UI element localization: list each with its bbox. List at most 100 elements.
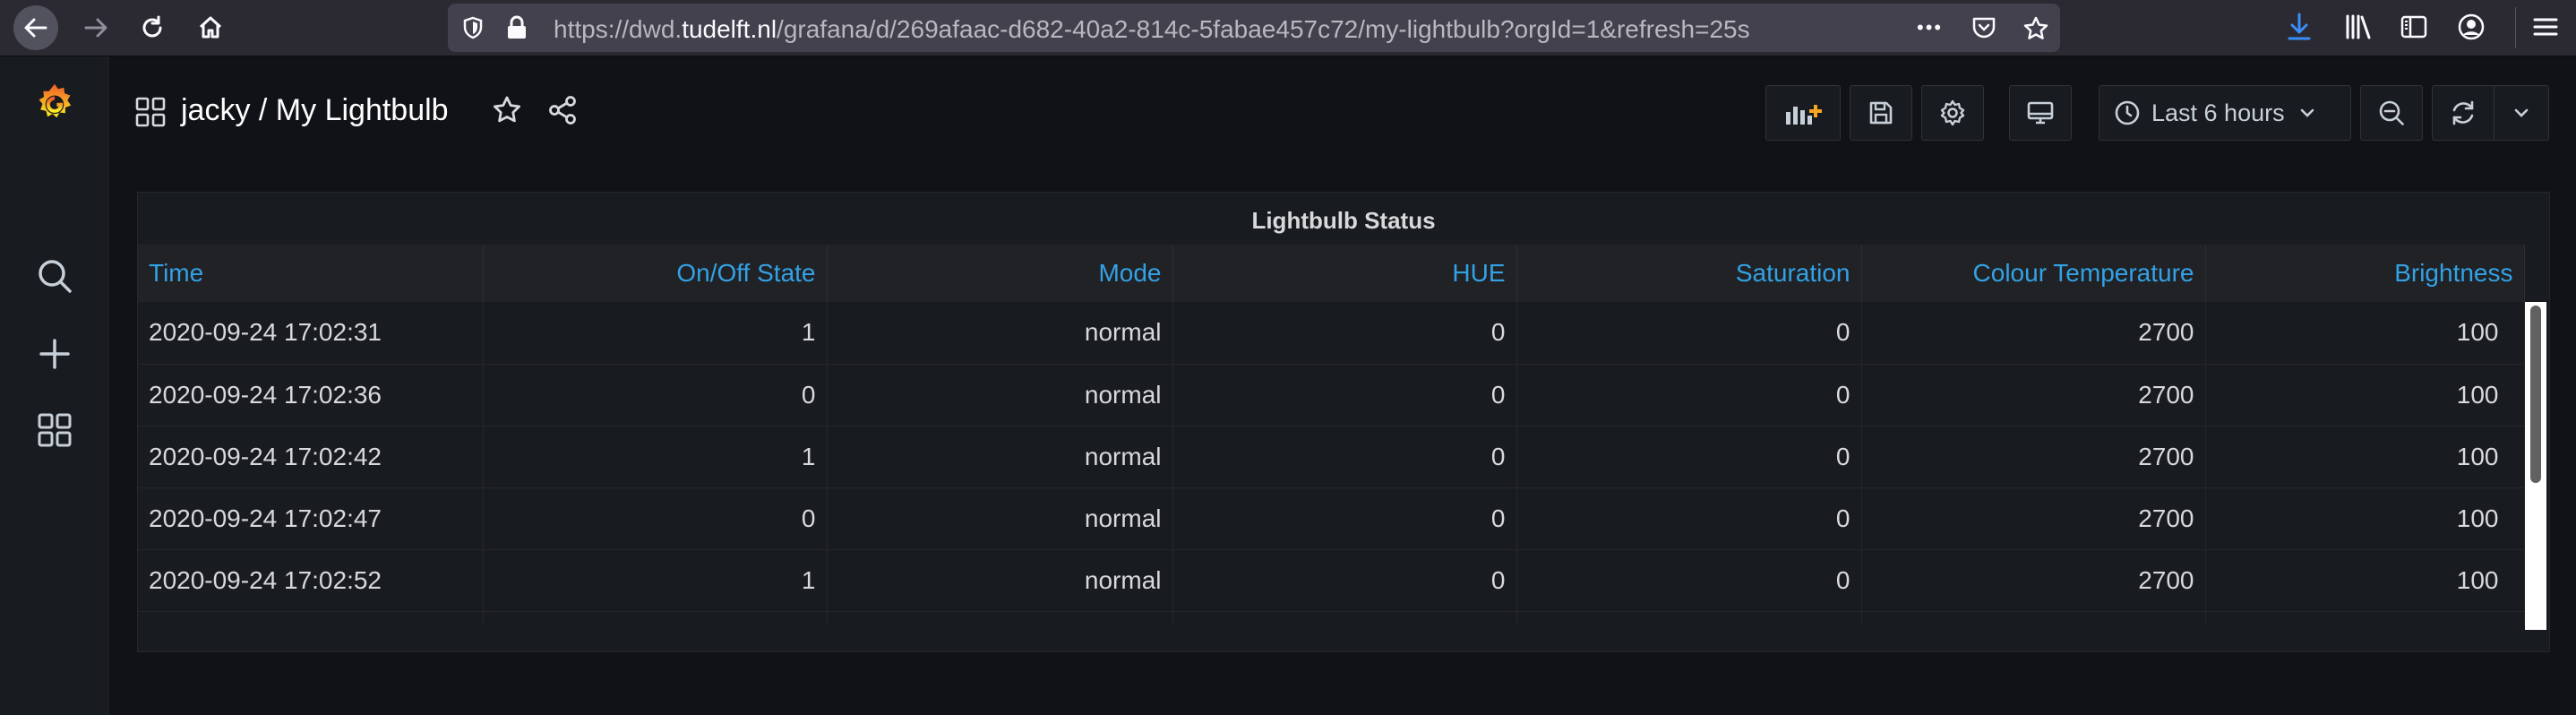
column-header-time[interactable]: Time bbox=[138, 245, 484, 302]
cell-brightness: 100 bbox=[2205, 487, 2525, 550]
cell-saturation: 0 bbox=[1516, 364, 1862, 426]
chevron-down-icon bbox=[2300, 108, 2314, 117]
cell-empty bbox=[483, 611, 828, 625]
reload-icon bbox=[142, 15, 162, 38]
back-button[interactable] bbox=[13, 5, 58, 50]
star-icon[interactable] bbox=[2022, 15, 2049, 42]
refresh-icon bbox=[2452, 100, 2474, 125]
side-menu bbox=[0, 56, 109, 715]
share-icon[interactable] bbox=[546, 94, 579, 126]
column-header-brightness[interactable]: Brightness bbox=[2205, 245, 2525, 302]
cell-time: 2020-09-24 17:02:36 bbox=[138, 364, 484, 426]
table-panel: Lightbulb Status Time On/Off State Mode … bbox=[137, 192, 2550, 652]
toolbar-divider bbox=[2515, 7, 2516, 48]
url-text[interactable]: https://dwd.tudelft.nl/grafana/d/269afaa… bbox=[554, 15, 1750, 44]
account-icon[interactable] bbox=[2456, 12, 2486, 42]
hamburger-icon[interactable] bbox=[2531, 12, 2560, 42]
cell-hue: 0 bbox=[1172, 302, 1517, 365]
cell-hue: 0 bbox=[1172, 549, 1517, 612]
cell-colour-temperature: 2700 bbox=[1861, 426, 2206, 488]
home-button[interactable] bbox=[188, 5, 233, 50]
table-row: 2020-09-24 17:02:31 1 normal 0 0 2700 10… bbox=[138, 302, 2525, 365]
plus-icon bbox=[39, 339, 70, 369]
cell-brightness: 100 bbox=[2205, 364, 2525, 426]
cell-on-off-state: 1 bbox=[483, 549, 828, 612]
cell-brightness: 100 bbox=[2205, 549, 2525, 612]
dashboard-title[interactable]: jacky / My Lightbulb bbox=[181, 93, 449, 128]
add-panel-button[interactable] bbox=[1765, 85, 1841, 141]
cell-mode: normal bbox=[827, 364, 1173, 426]
cell-mode: normal bbox=[827, 487, 1173, 550]
column-header-mode[interactable]: Mode bbox=[827, 245, 1173, 302]
chevron-down-icon bbox=[2514, 108, 2529, 117]
create-nav-button[interactable] bbox=[34, 333, 75, 375]
cell-colour-temperature: 2700 bbox=[1861, 549, 2206, 612]
cell-empty bbox=[827, 611, 1173, 625]
table-row-partial bbox=[138, 611, 2525, 625]
table-header-row: Time On/Off State Mode HUE Saturation Co… bbox=[138, 245, 2525, 302]
cell-empty bbox=[1516, 611, 1862, 625]
cell-mode: normal bbox=[827, 549, 1173, 612]
column-header-saturation[interactable]: Saturation bbox=[1516, 245, 1862, 302]
cell-on-off-state: 0 bbox=[483, 487, 828, 550]
page-actions-button[interactable]: ••• bbox=[1917, 16, 1943, 39]
cell-brightness: 100 bbox=[2205, 302, 2525, 365]
cell-empty bbox=[1172, 611, 1517, 625]
tv-icon bbox=[2027, 101, 2054, 125]
data-table: Time On/Off State Mode HUE Saturation Co… bbox=[138, 245, 2525, 625]
cell-time: 2020-09-24 17:02:47 bbox=[138, 487, 484, 550]
zoom-out-icon bbox=[2379, 100, 2404, 125]
browser-toolbar: https://dwd.tudelft.nl/grafana/d/269afaa… bbox=[0, 0, 2576, 56]
url-prefix: https://dwd. bbox=[554, 15, 683, 43]
cell-saturation: 0 bbox=[1516, 549, 1862, 612]
home-icon bbox=[199, 16, 222, 39]
forward-icon bbox=[84, 18, 107, 38]
cell-time: 2020-09-24 17:02:52 bbox=[138, 549, 484, 612]
scrollbar-thumb[interactable] bbox=[2530, 306, 2541, 483]
cell-colour-temperature: 2700 bbox=[1861, 302, 2206, 365]
forward-button[interactable] bbox=[73, 5, 118, 50]
cell-time: 2020-09-24 17:02:31 bbox=[138, 302, 484, 365]
sidebar-icon[interactable] bbox=[2399, 12, 2429, 42]
reload-button[interactable] bbox=[130, 5, 175, 50]
pocket-icon[interactable] bbox=[1971, 15, 1997, 40]
save-dashboard-button[interactable] bbox=[1850, 85, 1912, 141]
grafana-logo-icon bbox=[39, 83, 72, 118]
refresh-dashboard-button[interactable] bbox=[2432, 85, 2494, 141]
cell-saturation: 0 bbox=[1516, 426, 1862, 488]
column-header-on-off-state[interactable]: On/Off State bbox=[483, 245, 828, 302]
column-header-hue[interactable]: HUE bbox=[1172, 245, 1517, 302]
grafana-home-link[interactable] bbox=[34, 83, 75, 125]
search-nav-button[interactable] bbox=[34, 255, 75, 297]
library-icon[interactable] bbox=[2343, 12, 2374, 42]
back-icon bbox=[24, 18, 47, 38]
cell-empty bbox=[2205, 611, 2525, 625]
cycle-view-mode-button[interactable] bbox=[2009, 85, 2072, 141]
cell-hue: 0 bbox=[1172, 487, 1517, 550]
cell-hue: 0 bbox=[1172, 364, 1517, 426]
favorite-star-icon[interactable] bbox=[491, 94, 523, 126]
table-row: 2020-09-24 17:02:42 1 normal 0 0 2700 10… bbox=[138, 426, 2525, 488]
cell-mode: normal bbox=[827, 302, 1173, 365]
dashboard-settings-button[interactable] bbox=[1921, 85, 1984, 141]
shield-icon[interactable] bbox=[460, 15, 485, 40]
url-domain: tudelft.nl bbox=[682, 15, 777, 43]
time-picker-button[interactable]: Last 6 hours bbox=[2099, 85, 2351, 141]
clock-icon bbox=[2115, 100, 2140, 125]
panel-title[interactable]: Lightbulb Status bbox=[138, 207, 2549, 235]
cell-on-off-state: 1 bbox=[483, 302, 828, 365]
column-header-colour-temperature[interactable]: Colour Temperature bbox=[1861, 245, 2206, 302]
search-icon bbox=[39, 260, 72, 293]
lock-icon[interactable] bbox=[505, 15, 528, 40]
table-scrollbar[interactable] bbox=[2525, 302, 2546, 630]
cell-time: 2020-09-24 17:02:42 bbox=[138, 426, 484, 488]
zoom-out-button[interactable] bbox=[2360, 85, 2423, 141]
table-row: 2020-09-24 17:02:36 0 normal 0 0 2700 10… bbox=[138, 364, 2525, 426]
dashboards-nav-button[interactable] bbox=[34, 409, 75, 451]
refresh-interval-dropdown[interactable] bbox=[2494, 85, 2549, 141]
url-path: /grafana/d/269afaac-d682-40a2-814c-5faba… bbox=[777, 15, 1750, 43]
url-bar[interactable]: https://dwd.tudelft.nl/grafana/d/269afaa… bbox=[448, 4, 2060, 52]
table-row: 2020-09-24 17:02:52 1 normal 0 0 2700 10… bbox=[138, 549, 2525, 612]
download-icon[interactable] bbox=[2286, 12, 2313, 42]
cell-empty bbox=[138, 611, 484, 625]
